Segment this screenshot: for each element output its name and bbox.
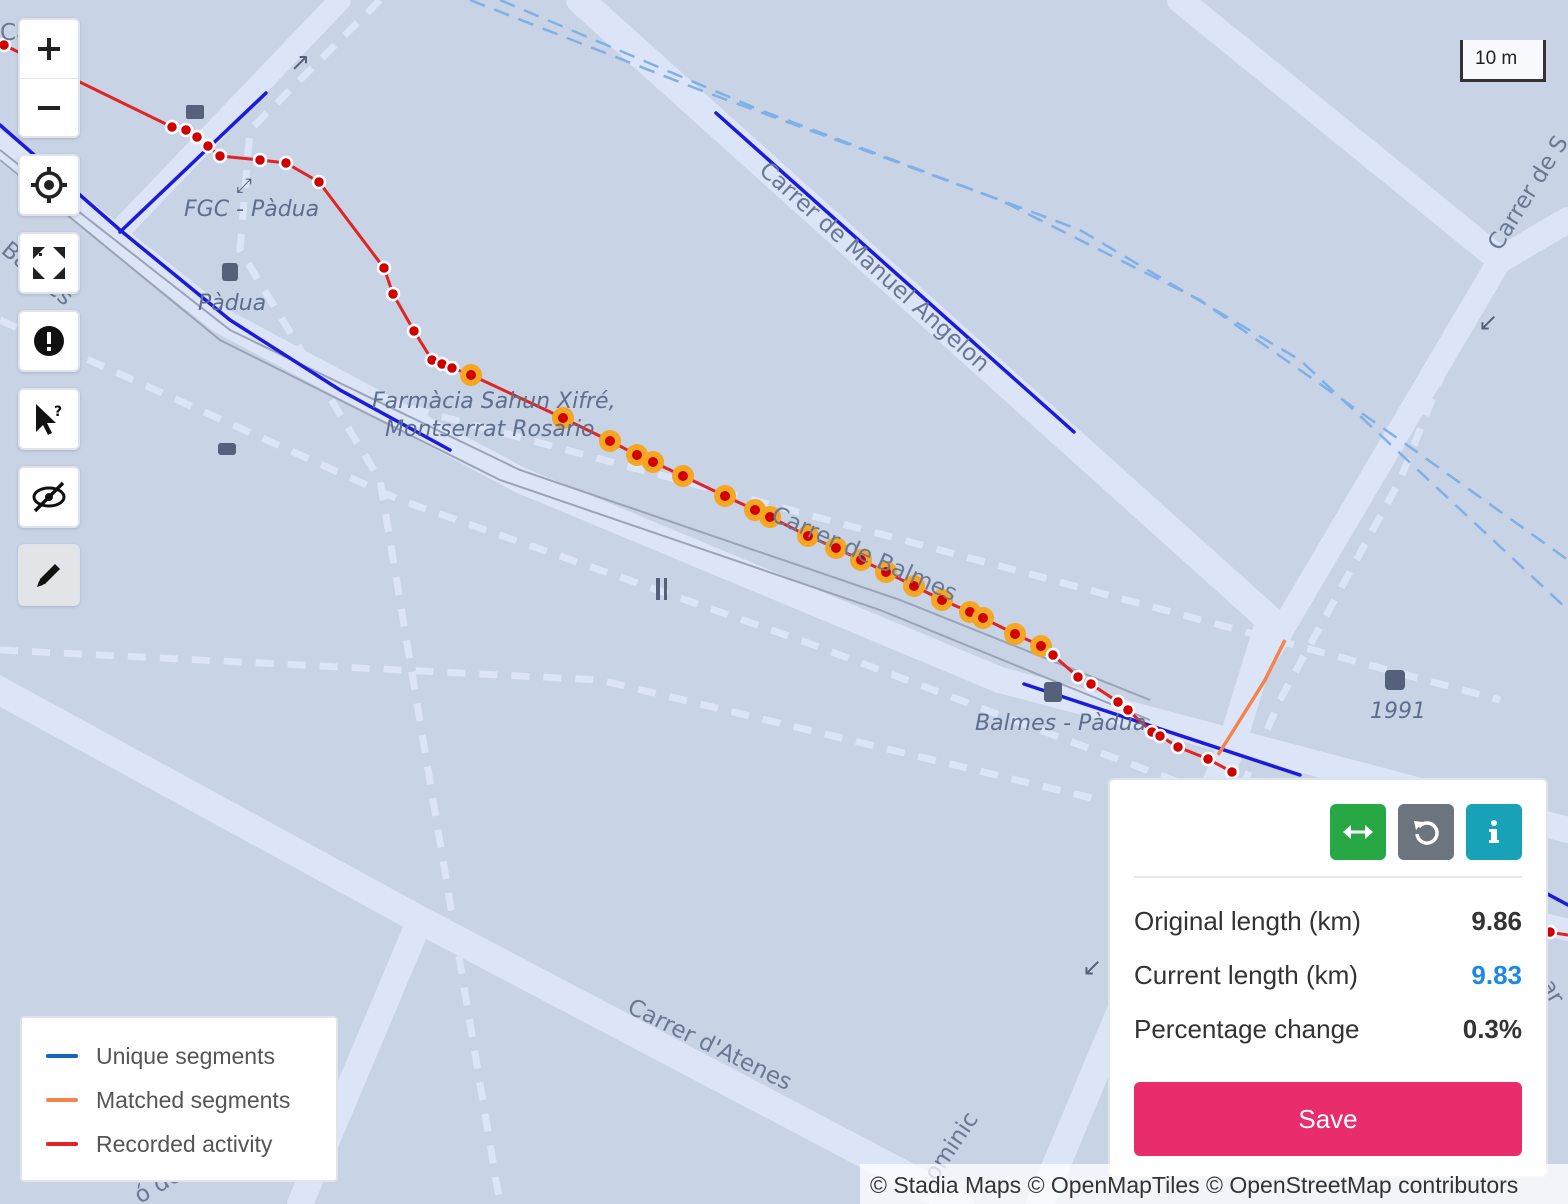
- activity-point[interactable]: [385, 286, 401, 302]
- label-pharmacy-line2: Montserrat Rosario: [385, 417, 595, 442]
- panel-actions: [1134, 804, 1522, 878]
- bus-stop-icon: [1044, 682, 1062, 702]
- zoom-in-button[interactable]: [20, 20, 78, 79]
- one-way-arrow-icon-c: ↙: [1082, 953, 1102, 981]
- svg-text:?: ?: [54, 404, 62, 420]
- legend-item-matched: Matched segments: [46, 1078, 336, 1122]
- activity-point[interactable]: [605, 436, 615, 446]
- stat-original-length: Original length (km) 9.86: [1134, 894, 1522, 948]
- activity-point[interactable]: [189, 129, 205, 145]
- activity-point[interactable]: [1036, 641, 1046, 651]
- camera-icon: [1385, 670, 1405, 690]
- stats-list: Original length (km) 9.86 Current length…: [1134, 878, 1522, 1056]
- activity-point[interactable]: [1224, 764, 1240, 780]
- minus-icon: [38, 106, 60, 110]
- legend-label: Matched segments: [96, 1086, 291, 1113]
- activity-point[interactable]: [311, 174, 327, 190]
- activity-point[interactable]: [406, 323, 422, 339]
- activity-point[interactable]: [376, 260, 392, 276]
- select-help-button[interactable]: ?: [18, 388, 80, 450]
- legend-swatch-unique: [46, 1054, 78, 1058]
- zoom-control: [18, 18, 80, 138]
- fit-bounds-button[interactable]: [18, 232, 80, 294]
- split-button[interactable]: [1330, 804, 1386, 860]
- activity-point[interactable]: [252, 152, 268, 168]
- activity-point[interactable]: [632, 450, 642, 460]
- stairs-icon: ⤢: [236, 173, 252, 197]
- alert-icon: [34, 326, 64, 356]
- legend-item-unique: Unique segments: [46, 1034, 336, 1078]
- info-icon: [1489, 820, 1499, 843]
- plus-icon: [38, 38, 60, 60]
- activity-point[interactable]: [200, 138, 216, 154]
- legend-item-recorded: Recorded activity: [46, 1122, 336, 1166]
- split-icon: [1343, 825, 1373, 839]
- label-balmes-padua: Balmes - Pàdua: [975, 711, 1146, 736]
- stat-label: Current length (km): [1134, 959, 1358, 990]
- select-help-icon: ?: [36, 404, 62, 435]
- activity-point[interactable]: [978, 613, 988, 623]
- locate-button[interactable]: [18, 154, 80, 216]
- activity-point[interactable]: [1045, 647, 1061, 663]
- post-office-icon: [186, 105, 204, 119]
- activity-point[interactable]: [648, 457, 658, 467]
- label-1991: 1991: [1370, 699, 1426, 724]
- zoom-out-button[interactable]: [20, 79, 78, 137]
- restaurant-icon: [656, 578, 660, 600]
- legend-swatch-recorded: [46, 1142, 78, 1146]
- legend: Unique segments Matched segments Recorde…: [20, 1016, 338, 1182]
- alert-button[interactable]: [18, 310, 80, 372]
- legend-label: Unique segments: [96, 1042, 275, 1069]
- scale-label: 10 m: [1475, 48, 1518, 69]
- reset-icon: [1414, 821, 1439, 845]
- scale-bar: 10 m: [1460, 40, 1546, 82]
- stat-label: Original length (km): [1134, 905, 1361, 936]
- label-padua: Pàdua: [198, 291, 266, 316]
- restaurant-icon-b: [664, 578, 667, 600]
- train-station-icon: [222, 263, 238, 281]
- activity-point[interactable]: [178, 122, 194, 138]
- activity-point[interactable]: [466, 370, 476, 380]
- activity-point[interactable]: [1152, 728, 1168, 744]
- one-way-arrow-icon: ↗: [290, 48, 310, 76]
- activity-point[interactable]: [678, 471, 688, 481]
- hide-icon: [32, 481, 66, 513]
- one-way-arrow-icon-b: ↙: [1478, 308, 1498, 336]
- activity-point[interactable]: [212, 148, 228, 164]
- legend-label: Recorded activity: [96, 1130, 273, 1157]
- stat-value: 9.83: [1471, 959, 1522, 990]
- legend-swatch-matched: [46, 1098, 78, 1102]
- activity-point[interactable]: [720, 491, 730, 501]
- save-button[interactable]: Save: [1134, 1082, 1522, 1156]
- stat-current-length: Current length (km) 9.83: [1134, 948, 1522, 1002]
- stat-percentage-change: Percentage change 0.3%: [1134, 1002, 1522, 1056]
- stat-value: 0.3%: [1462, 1013, 1522, 1044]
- activity-point[interactable]: [1170, 739, 1186, 755]
- activity-point[interactable]: [278, 155, 294, 171]
- edit-button[interactable]: [18, 544, 80, 606]
- activity-point[interactable]: [1010, 629, 1020, 639]
- fit-bounds-icon: [33, 247, 65, 279]
- reset-button[interactable]: [1398, 804, 1454, 860]
- activity-point[interactable]: [1070, 669, 1086, 685]
- stat-label: Percentage change: [1134, 1013, 1360, 1044]
- map-attribution[interactable]: © Stadia Maps © OpenMapTiles © OpenStree…: [860, 1164, 1568, 1204]
- activity-point[interactable]: [750, 505, 760, 515]
- edit-panel: Original length (km) 9.86 Current length…: [1108, 778, 1548, 1178]
- parking-car-icon: [218, 443, 236, 455]
- pencil-icon: [37, 564, 60, 587]
- label-pharmacy-line1: Farmàcia Sahun Xifré,: [372, 389, 616, 414]
- stat-value: 9.86: [1471, 905, 1522, 936]
- activity-point[interactable]: [1083, 676, 1099, 692]
- activity-point[interactable]: [444, 360, 460, 376]
- label-fgc-padua: FGC - Pàdua: [184, 197, 319, 222]
- info-button[interactable]: [1466, 804, 1522, 860]
- activity-point[interactable]: [1200, 751, 1216, 767]
- locate-icon: [31, 167, 67, 203]
- activity-point[interactable]: [164, 119, 180, 135]
- hide-button[interactable]: [18, 466, 80, 528]
